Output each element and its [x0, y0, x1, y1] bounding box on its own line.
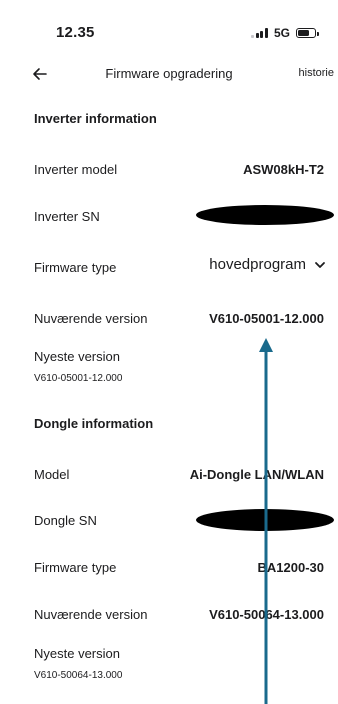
battery-icon	[296, 28, 319, 38]
dongle-newest-version-value: V610-50064-13.000	[34, 670, 123, 681]
status-indicators: 5G	[251, 26, 319, 40]
dongle-firmware-type-label: Firmware type	[34, 560, 117, 575]
page-title: Firmware opgradering	[105, 66, 233, 81]
inverter-newest-version-value: V610-05001-12.000	[34, 373, 123, 384]
nav-bar: Firmware opgradering historie	[0, 56, 338, 92]
inverter-firmware-type-label: Firmware type	[34, 260, 117, 275]
network-type: 5G	[273, 26, 290, 40]
dongle-newest-version-label: Nyeste version	[34, 646, 120, 661]
inverter-model-label: Inverter model	[34, 162, 118, 177]
inverter-newest-version-label: Nyeste version	[34, 349, 120, 364]
annotation-arrow-icon	[259, 338, 273, 704]
firmware-type-selected: hovedprogram	[209, 256, 306, 273]
dongle-section-header: Dongle information	[34, 416, 154, 431]
status-bar: 12.35 5G	[0, 0, 338, 60]
status-time: 12.35	[56, 24, 95, 41]
dongle-model-label: Model	[34, 467, 70, 482]
firmware-type-dropdown[interactable]: hovedprogram	[209, 256, 326, 273]
chevron-down-icon	[315, 261, 325, 268]
history-link[interactable]: historie	[299, 67, 334, 79]
inverter-sn-label: Inverter SN	[34, 209, 100, 224]
inverter-current-version-value: V610-05001-12.000	[209, 311, 324, 326]
dongle-sn-label: Dongle SN	[34, 513, 97, 528]
battery-level	[298, 30, 309, 36]
dongle-current-version-label: Nuværende version	[34, 607, 148, 622]
inverter-section-header: Inverter information	[34, 111, 157, 126]
inverter-sn-redaction	[196, 205, 334, 225]
inverter-current-version-label: Nuværende version	[34, 311, 148, 326]
inverter-model-value: ASW08kH-T2	[243, 162, 324, 177]
signal-icon	[251, 28, 268, 38]
